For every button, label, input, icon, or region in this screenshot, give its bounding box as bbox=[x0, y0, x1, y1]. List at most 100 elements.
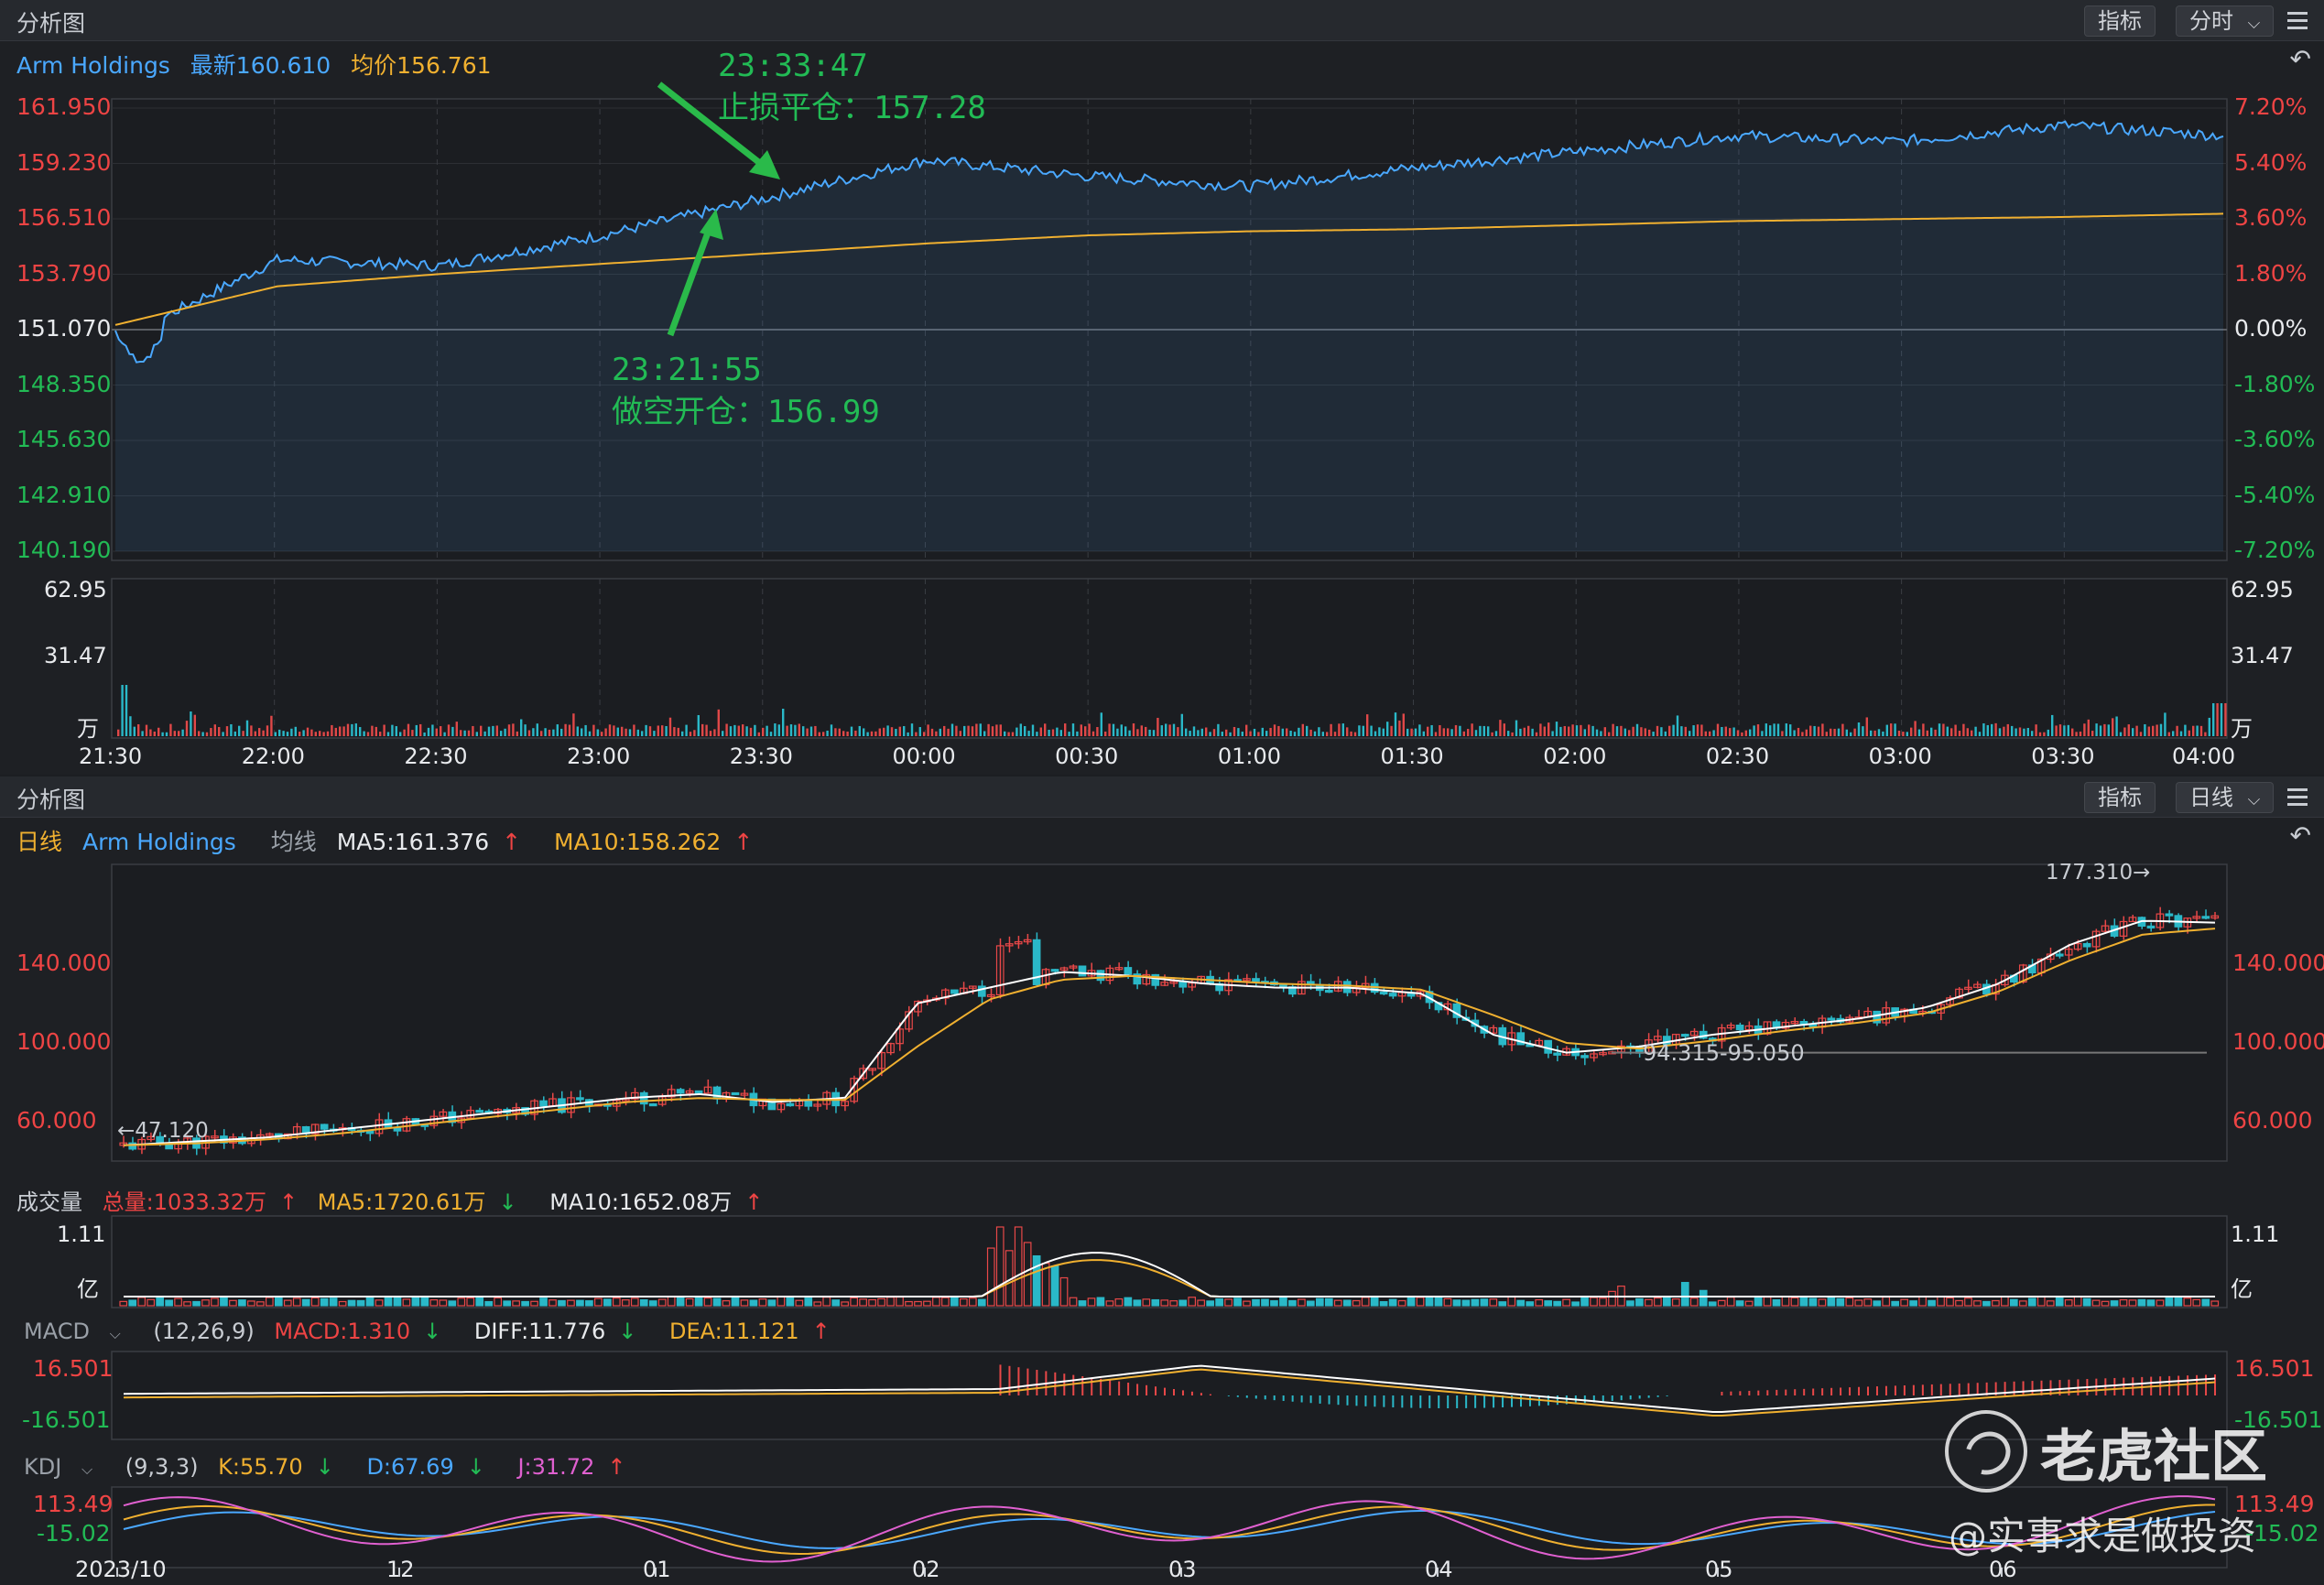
volume-bar bbox=[1620, 725, 1623, 736]
volume-bar bbox=[500, 731, 503, 736]
volume-bar bbox=[939, 728, 941, 736]
volume-bar bbox=[1217, 723, 1220, 736]
volume-bar bbox=[749, 1299, 758, 1307]
volume-bar bbox=[1736, 730, 1740, 736]
volume-bar bbox=[1221, 732, 1223, 736]
volume-bar bbox=[1491, 732, 1493, 736]
volume-bar bbox=[2167, 732, 2170, 736]
volume-bar bbox=[2047, 729, 2049, 736]
volume-bar bbox=[306, 727, 310, 736]
candle-body bbox=[1680, 1034, 1689, 1037]
volume-bar bbox=[1982, 723, 1985, 736]
volume-bar bbox=[850, 726, 853, 736]
macd-value: MACD:1.310 ↓ bbox=[274, 1319, 442, 1344]
date-tick-label: 2023/10 bbox=[75, 1557, 167, 1582]
volume-bar bbox=[1386, 722, 1389, 736]
volume-bar bbox=[731, 1297, 740, 1307]
volume-bar bbox=[1124, 1297, 1133, 1307]
volume-bar bbox=[1064, 723, 1067, 736]
volume-bar bbox=[568, 724, 571, 736]
volume-bar bbox=[1366, 714, 1369, 736]
vol-tick-unit: 亿 bbox=[77, 1276, 99, 1302]
volume-bar bbox=[480, 725, 483, 736]
volume-bar bbox=[2159, 723, 2163, 736]
volume-bar bbox=[1088, 723, 1091, 736]
volume-bar bbox=[975, 723, 978, 736]
volume-bar bbox=[717, 709, 720, 736]
volume-bar bbox=[1966, 728, 1969, 736]
volume-bar bbox=[1447, 728, 1450, 736]
volume-bar bbox=[1124, 726, 1127, 736]
volume-bar bbox=[789, 724, 793, 736]
volume-bar bbox=[601, 732, 603, 736]
volume-bar bbox=[198, 731, 201, 736]
volume-bar bbox=[2123, 727, 2126, 736]
price-tick-label: 140.190 bbox=[16, 537, 112, 563]
time-tick-label: 22:30 bbox=[404, 744, 468, 769]
volume-bar bbox=[1480, 1298, 1489, 1307]
volume-bar bbox=[2058, 724, 2062, 736]
volume-bar bbox=[1289, 731, 1292, 736]
volume-bar bbox=[2147, 726, 2150, 736]
macd-name[interactable]: MACD ⌵ bbox=[24, 1319, 134, 1344]
volume-bar bbox=[2018, 727, 2022, 736]
volume-bar bbox=[983, 731, 986, 736]
dea-value: DEA:11.121 ↑ bbox=[668, 1319, 831, 1344]
volume-bar bbox=[613, 725, 615, 736]
volume-bar bbox=[809, 726, 813, 736]
volume-bar bbox=[1197, 730, 1200, 736]
volume-bar bbox=[121, 685, 124, 736]
volume-bar bbox=[512, 723, 515, 736]
volume-bar bbox=[250, 725, 253, 736]
pct-tick-label: 0.00% bbox=[2234, 315, 2308, 342]
volume-bar bbox=[1680, 726, 1683, 736]
volume-bar bbox=[1136, 729, 1139, 736]
volume-bar bbox=[2165, 1296, 2174, 1307]
price-tick-label: 140.000 bbox=[16, 949, 112, 976]
volume-bar bbox=[585, 1300, 593, 1307]
candle-body bbox=[731, 1091, 740, 1096]
volume-bar bbox=[628, 729, 632, 736]
volume-bar bbox=[238, 725, 241, 736]
volume-bar bbox=[1318, 727, 1320, 736]
volume-bar bbox=[1853, 728, 1856, 736]
volume-bar bbox=[782, 709, 785, 736]
volume-bar bbox=[2212, 703, 2215, 736]
volume-bar bbox=[2006, 723, 2009, 736]
volume-bar bbox=[923, 732, 926, 736]
volume-bar bbox=[1358, 725, 1361, 736]
price-tick-label: 161.950 bbox=[16, 93, 112, 120]
volume-bar bbox=[483, 731, 486, 736]
volume-bar bbox=[420, 1297, 429, 1307]
volume-bar bbox=[157, 727, 160, 736]
volume-bar bbox=[604, 728, 607, 736]
volume-bar bbox=[258, 728, 261, 736]
volume-bar bbox=[1699, 1289, 1708, 1307]
volume-bar bbox=[1624, 728, 1626, 736]
volume-bar bbox=[903, 726, 906, 736]
kdj-name[interactable]: KDJ ⌵ bbox=[24, 1454, 105, 1480]
volume-bar bbox=[2031, 731, 2034, 736]
volume-bar bbox=[411, 1296, 420, 1307]
volume-bar bbox=[156, 1297, 164, 1307]
volume-bar bbox=[2075, 732, 2078, 736]
volume-bar bbox=[1321, 732, 1324, 736]
volume-bar bbox=[1233, 1297, 1242, 1307]
volume-bar bbox=[1909, 1300, 1917, 1307]
volume-bar bbox=[2144, 723, 2146, 736]
volume-bar bbox=[639, 1298, 648, 1307]
volume-bar bbox=[201, 732, 204, 736]
volume-bar bbox=[1324, 1297, 1333, 1307]
volume-bar bbox=[310, 729, 313, 736]
volume-bar bbox=[1580, 724, 1582, 736]
vol-unit-label: 万 bbox=[2231, 716, 2253, 742]
volume-bar bbox=[192, 1300, 201, 1307]
volume-bar bbox=[1078, 1300, 1087, 1307]
volume-bar bbox=[1753, 725, 1755, 736]
volume-bar bbox=[737, 725, 740, 736]
volume-bar bbox=[1805, 729, 1808, 736]
volume-bar bbox=[1559, 726, 1562, 736]
volume-bar bbox=[230, 723, 233, 736]
volume-bar bbox=[1772, 1298, 1781, 1307]
volume-bar bbox=[774, 723, 776, 736]
